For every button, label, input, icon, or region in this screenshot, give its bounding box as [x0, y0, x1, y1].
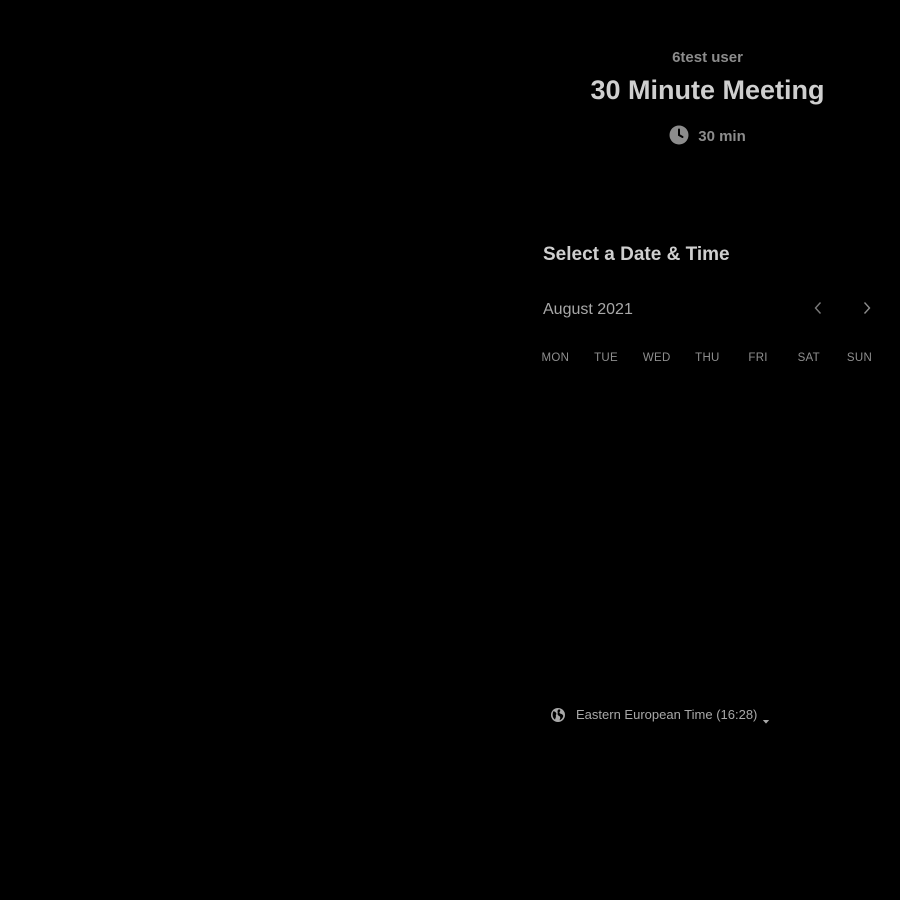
- clock-icon: [669, 125, 689, 145]
- event-title: 30 Minute Meeting: [590, 75, 825, 105]
- weekday-label: SAT: [797, 352, 820, 364]
- event-duration: 30 min: [540, 124, 875, 145]
- chevron-left-icon: [813, 301, 823, 320]
- timezone-label: Eastern European Time (16:28): [576, 707, 758, 722]
- timezone-selector[interactable]: Eastern European Time (16:28): [550, 706, 770, 724]
- chevron-right-icon: [862, 301, 872, 320]
- weekday-label: SUN: [846, 352, 873, 364]
- previous-month-button[interactable]: [806, 298, 830, 322]
- next-month-button[interactable]: [855, 298, 879, 322]
- weekday-label: THU: [695, 352, 720, 364]
- weekday-label: FRI: [748, 352, 768, 364]
- globe-icon: [550, 707, 566, 723]
- event-details: 6test user 30 Minute Meeting 30 min: [540, 40, 875, 145]
- calendar-header: August 2021: [543, 298, 885, 322]
- caret-down-icon: [762, 712, 770, 724]
- booking-page: 6test user 30 Minute Meeting 30 min Sele…: [0, 0, 900, 900]
- select-date-heading: Select a Date & Time: [543, 244, 730, 265]
- duration-text: 30 min: [698, 128, 746, 145]
- weekday-header: MON TUE WED THU FRI SAT SUN: [530, 350, 885, 366]
- weekday-label: WED: [642, 352, 671, 364]
- month-label: August 2021: [543, 301, 633, 318]
- weekday-label: TUE: [594, 352, 618, 364]
- weekday-label: MON: [541, 352, 570, 364]
- host-name: 6test user: [672, 49, 743, 66]
